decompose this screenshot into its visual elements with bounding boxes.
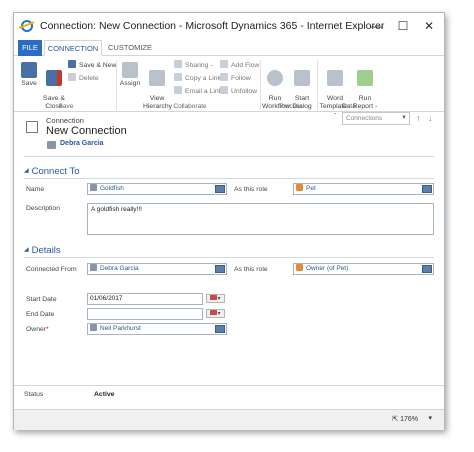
name-lookup-field[interactable]: Goldfish [87,183,227,195]
title-bar: Connection: New Connection - Microsoft D… [14,13,444,40]
delete-icon [68,73,76,81]
calendar-icon [210,310,218,315]
as-this-role-label: As this role [234,266,268,273]
form-selector[interactable]: Connections ▼ [342,112,410,125]
required-indicator: * [46,326,49,333]
record-owner-link[interactable]: Debra Garcia [60,140,104,147]
role-icon [296,264,303,271]
collapse-icon: ◢ [24,247,29,253]
section-details[interactable]: ◢ Details [24,245,61,256]
lookup-icon[interactable] [422,265,432,273]
divider [24,156,434,157]
word-icon [327,69,343,86]
description-textarea[interactable]: A goldfish really!!! [87,203,434,235]
internet-explorer-icon [21,20,33,32]
email-icon [174,86,182,94]
save-icon [21,62,37,78]
add-flow-button[interactable]: Add Flow [220,60,259,71]
connected-from-label: Connected From [26,266,77,273]
unfollow-icon [220,86,228,94]
end-date-field[interactable] [87,308,203,320]
as-this-role-label: As this role [234,186,268,193]
chevron-down-icon: ▼ [401,115,407,121]
as-this-role-lookup-field[interactable]: Pet [293,183,434,195]
collapse-icon: ◢ [24,168,29,174]
minimize-button[interactable]: — [366,16,388,36]
next-record-icon[interactable]: ↓ [428,113,433,123]
delete-button[interactable]: Delete [68,73,99,84]
start-date-field[interactable]: 01/06/2017 [87,293,203,305]
window-title: Connection: New Connection - Microsoft D… [40,20,385,32]
assign-icon [122,62,138,78]
role-icon [296,184,303,191]
section-connect-to[interactable]: ◢ Connect To [24,166,80,177]
user-icon [47,141,56,149]
name-label: Name [26,186,45,193]
add-flow-icon [220,60,228,68]
lookup-icon[interactable] [215,265,225,273]
record-type: Connection [46,116,84,125]
owner-lookup-field[interactable]: Neil Parkhurst [87,323,227,335]
lookup-icon[interactable] [215,185,225,193]
save-new-icon [68,60,76,68]
ribbon-divider [317,60,318,110]
save-new-button[interactable]: Save & New [68,60,116,71]
sharing-button[interactable]: Sharing - [174,60,213,71]
email-link-button[interactable]: Email a Link [174,86,222,97]
divider [24,257,434,258]
record-icon [90,184,97,191]
browser-status-bar: ⇱ 176% ▾ [14,409,444,430]
assign-button[interactable]: Assign [119,62,141,88]
link-icon [174,73,182,81]
status-label: Status [24,391,44,398]
lookup-icon[interactable] [422,185,432,193]
record-title: New Connection [46,125,127,137]
save-button[interactable]: Save [18,62,40,88]
zoom-icon: ⇱ [392,416,399,423]
tab-customize[interactable]: CUSTOMIZE [106,40,154,56]
copy-link-button[interactable]: Copy a Link [174,73,221,84]
unfollow-button[interactable]: Unfollow [220,86,257,97]
group-save-label: Save [58,103,74,110]
share-icon [174,60,182,68]
status-value: Active [94,391,115,398]
group-process-label: Process [279,103,303,110]
form-footer: Status Active [14,385,444,403]
hierarchy-icon [149,69,165,86]
owner-label: Owner* [26,326,49,333]
description-label: Description [26,205,60,212]
report-icon [357,69,373,86]
follow-button[interactable]: Follow [220,73,251,84]
dialog-icon [294,69,310,86]
start-date-label: Start Date [26,296,57,303]
connection-record-icon [26,121,38,133]
follow-icon [220,73,228,81]
user-icon [90,324,97,331]
divider [24,178,434,179]
calendar-picker-button[interactable]: ▾ [206,309,225,318]
save-close-icon [46,69,62,86]
zoom-dropdown-icon[interactable]: ▾ [428,414,432,422]
end-date-label: End Date [26,311,55,318]
group-data-label: Data [342,103,356,110]
ribbon: Save Save & Close Save & New Delete Save… [14,56,444,117]
ribbon-divider [260,60,261,110]
previous-record-icon[interactable]: ↑ [416,113,421,123]
maximize-button[interactable]: ☐ [392,16,414,36]
tab-file[interactable]: FILE [18,40,42,56]
lookup-icon[interactable] [215,325,225,333]
close-button[interactable]: ✕ [418,16,440,36]
zoom-level[interactable]: ⇱ 176% [392,415,418,423]
browser-window: Connection: New Connection - Microsoft D… [13,12,445,430]
tab-connection[interactable]: CONNECTION [44,40,102,56]
calendar-picker-button[interactable]: ▾ [206,294,225,303]
workflow-icon [267,69,283,86]
as-this-role-lookup-field[interactable]: Owner (of Pet) [293,263,434,275]
ribbon-divider [116,60,117,110]
user-icon [90,264,97,271]
calendar-icon [210,295,218,300]
connected-from-lookup-field[interactable]: Debra Garcia [87,263,227,275]
group-collaborate-label: Collaborate [173,103,207,110]
ribbon-tabs: FILE CONNECTION CUSTOMIZE [14,40,444,56]
